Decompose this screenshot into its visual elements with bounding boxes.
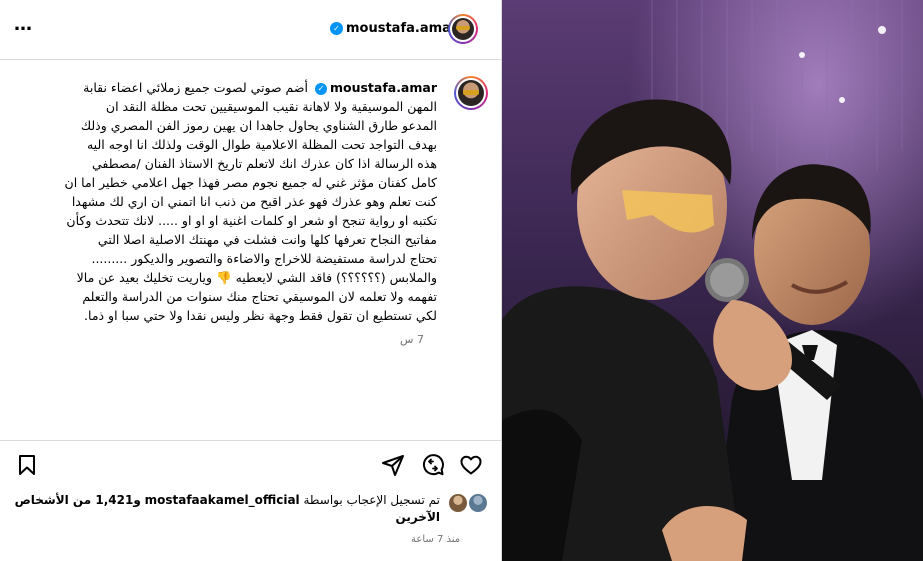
comment-icon[interactable]: [421, 453, 445, 477]
post-panel: … ✓ moustafa.amar moustafa.amar✓ أضم صوت…: [0, 0, 502, 561]
caption-age[interactable]: 7 س: [400, 333, 424, 346]
liker-account-link[interactable]: mostafaakamel_official: [145, 493, 300, 507]
share-icon[interactable]: [381, 453, 405, 477]
verified-badge-icon: ✓: [330, 22, 343, 35]
caption-text: أضم صوتي لصوت جميع زملائي اعضاء نقابة ال…: [64, 80, 437, 323]
likes-prefix: تم تسجيل الإعجاب بواسطة: [303, 493, 440, 507]
post-header: … ✓ moustafa.amar: [0, 0, 501, 60]
header-username[interactable]: moustafa.amar: [346, 21, 457, 37]
post-timestamp[interactable]: منذ 7 ساعة: [411, 534, 460, 545]
caption-avatar[interactable]: [454, 76, 488, 110]
more-options-button[interactable]: …: [14, 16, 32, 34]
header-avatar[interactable]: [448, 14, 478, 44]
post-photo[interactable]: [502, 0, 923, 561]
caption-verified-icon: ✓: [314, 82, 327, 95]
action-bar: [0, 440, 501, 491]
heart-icon[interactable]: [459, 453, 483, 477]
caption-username[interactable]: moustafa.amar: [330, 80, 437, 95]
caption-block: moustafa.amar✓ أضم صوتي لصوت جميع زملائي…: [17, 78, 437, 325]
bookmark-icon[interactable]: [15, 453, 39, 477]
likes-summary: تم تسجيل الإعجاب بواسطة mostafaakamel_of…: [14, 492, 490, 526]
